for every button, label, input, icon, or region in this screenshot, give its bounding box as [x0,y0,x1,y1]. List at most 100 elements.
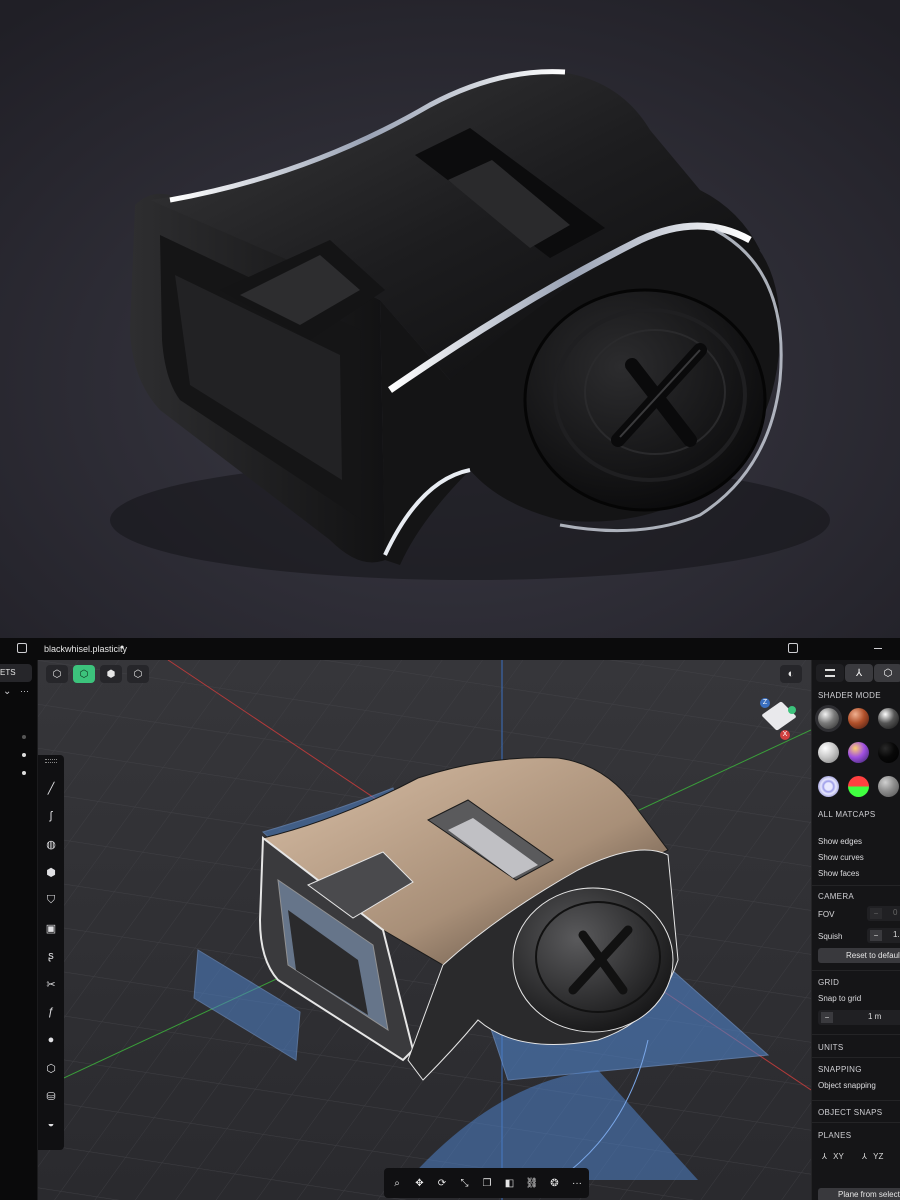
fov-value[interactable]: 0 [893,908,897,917]
extrude-tool-icon: ⬡ [46,1062,56,1075]
bucket-tool-button[interactable]: ◒ [42,1115,60,1133]
sidebar-toggle-icon[interactable] [17,643,27,653]
cylinder-tool-button[interactable]: ⛉ [42,891,60,909]
matcap-blue-ring-swatch[interactable] [818,776,839,797]
move-button[interactable]: ✥ [411,1174,429,1192]
matcap-gray-glossy-swatch[interactable] [818,708,839,729]
viewport-3d[interactable]: ⬡ ⬡ ⬢ ⬡ ◐ Z Y X ╱ ʃ ◍ ⬢ ⛉ ▣ ʂ ✂ ƒ ● ⬡ ⛁ ◒ [38,660,811,1200]
divider [812,885,900,886]
fov-stepper[interactable]: − 0 [867,906,900,921]
minimize-icon[interactable] [874,648,882,649]
squish-value[interactable]: 1. [893,930,900,939]
matcap-gray-matte-swatch[interactable] [878,776,899,797]
fillet-tool-button[interactable]: ƒ [42,1003,60,1021]
divider [812,970,900,971]
z-axis-label[interactable]: Z [760,698,770,708]
scale-button[interactable]: ⤡ [456,1174,474,1192]
extrude-tool-button[interactable]: ⬡ [42,1059,60,1077]
group-button[interactable]: ❂ [546,1174,564,1192]
matcap-copper-swatch[interactable] [848,708,869,729]
grid-size-stepper[interactable]: − 1 m [818,1010,900,1025]
matcap-chrome-swatch[interactable] [878,708,899,729]
sphere-tool-button[interactable]: ◍ [42,835,60,853]
bucket-tool-icon: ◒ [47,1118,55,1130]
panel-toggle-icon[interactable] [788,643,798,653]
matcap-black-swatch[interactable] [878,742,899,763]
orientation-tab[interactable]: ⅄ [845,664,873,682]
database-tool-icon: ⛁ [46,1090,56,1103]
render-tab[interactable]: ⬡ [874,664,900,682]
reset-camera-button[interactable]: Reset to default [818,948,900,963]
plane-yz-button[interactable]: ⅄ YZ [862,1152,883,1161]
product-render [0,0,900,638]
grid-decrement-button[interactable]: − [821,1012,833,1023]
x-axis-label[interactable]: X [780,730,790,740]
tab-assets[interactable]: ETS [0,664,32,682]
search-button[interactable]: ⌕ [388,1174,406,1192]
tab-assets-label: ETS [0,668,16,677]
divider [812,1034,900,1035]
link-icon: ⛓ [525,1177,539,1189]
axes-icon: ⅄ [855,667,863,679]
face-select-mode-button[interactable]: ⬢ [100,665,122,683]
solid-select-mode-button[interactable]: ⬡ [127,665,149,683]
xray-toggle-button[interactable]: ◐ [780,665,802,683]
fov-decrement-button[interactable]: − [870,908,882,919]
matcap-normal-swatch[interactable] [848,776,869,797]
select-box-tool-button[interactable]: ▣ [42,919,60,937]
visibility-dot[interactable] [22,771,26,775]
camera-title: CAMERA [818,892,855,901]
circle-tool-button[interactable]: ● [42,1031,60,1049]
layers-icon [825,669,835,677]
rotate-icon: ⟳ [437,1177,447,1189]
shader-mode-title: SHADER MODE [818,691,881,700]
all-matcaps-title[interactable]: ALL MATCAPS [818,810,876,819]
viewport-scene [38,660,811,1200]
grid-size-value[interactable]: 1 m [868,1012,881,1021]
more-icon: ··· [572,1177,582,1189]
database-tool-button[interactable]: ⛁ [42,1087,60,1105]
squish-decrement-button[interactable]: − [870,930,882,941]
boolean-button[interactable]: ◧ [501,1174,519,1192]
more-icon[interactable]: ··· [20,686,29,696]
visibility-dot[interactable] [22,753,26,757]
edge-select-mode-button[interactable]: ⬡ [73,665,95,683]
units-title[interactable]: UNITS [818,1043,844,1052]
box-tool-button[interactable]: ⬢ [42,863,60,881]
matcap-iridescent-swatch[interactable] [848,742,869,763]
duplicate-icon: ❐ [482,1177,492,1189]
vertex-mode-icon: ⬡ [52,668,62,680]
link-button[interactable]: ⛓ [523,1174,541,1192]
panel-tabs: ⅄ ⬡ [816,664,900,682]
vertex-select-mode-button[interactable]: ⬡ [46,665,68,683]
search-icon: ⌕ [394,1177,400,1189]
circle-tool-icon: ● [47,1034,55,1046]
layers-tab[interactable] [816,664,844,682]
plane-xy-button[interactable]: ⅄ XY [822,1152,844,1161]
object-snaps-title[interactable]: OBJECT SNAPS [818,1108,882,1117]
visibility-dot[interactable] [22,735,26,739]
spline-tool-button[interactable]: ʂ [42,947,60,965]
show-faces-toggle[interactable]: Show faces [818,869,859,878]
y-axis-label[interactable]: Y [788,706,796,714]
xray-icon: ◐ [787,668,795,680]
chevron-down-icon[interactable]: ⌄ [3,686,11,697]
toolbar-grip[interactable] [45,759,57,763]
more-button[interactable]: ··· [568,1174,586,1192]
boolean-icon: ◧ [504,1177,515,1189]
squish-stepper[interactable]: − 1. [867,928,900,943]
show-curves-toggle[interactable]: Show curves [818,853,864,862]
line-tool-button[interactable]: ╱ [42,779,60,797]
title-bar: blackwhisel.plasticity ● [0,638,900,660]
cut-tool-button[interactable]: ✂ [42,975,60,993]
file-name: blackwhisel.plasticity [44,644,128,654]
show-edges-toggle[interactable]: Show edges [818,837,862,846]
plane-from-selection-button[interactable]: Plane from select [818,1188,900,1200]
divider [812,1100,900,1101]
duplicate-button[interactable]: ❐ [478,1174,496,1192]
rotate-button[interactable]: ⟳ [433,1174,451,1192]
curve-tool-button[interactable]: ʃ [42,807,60,825]
object-snapping-toggle[interactable]: Object snapping [818,1081,876,1090]
view-cube[interactable]: Z Y X [760,696,800,742]
matcap-white-swatch[interactable] [818,742,839,763]
